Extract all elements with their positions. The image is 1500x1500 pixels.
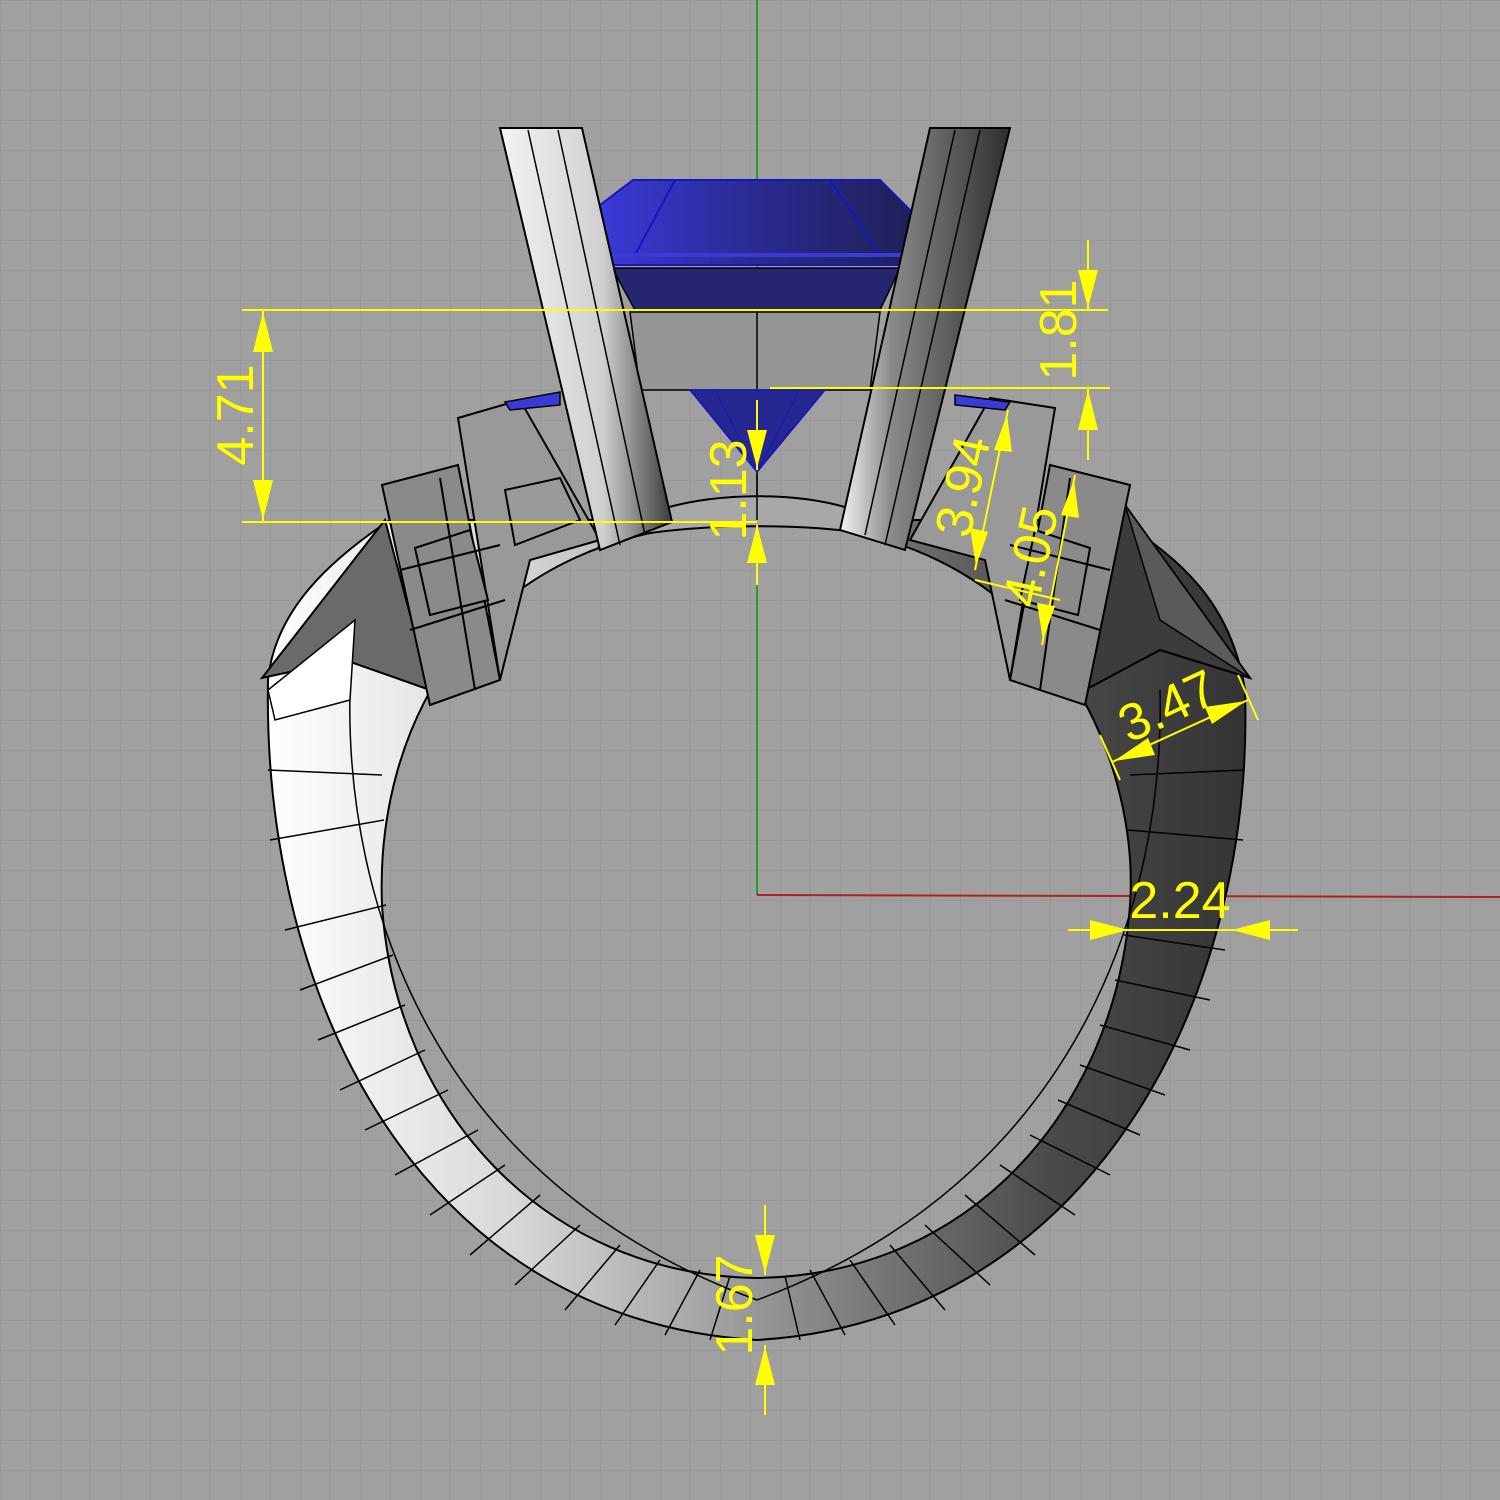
- dim-label-table-to-girdle: 1.81: [1030, 279, 1088, 380]
- dim-label-culet-clearance: 1.13: [700, 439, 758, 540]
- dim-label-center-height: 4.71: [207, 364, 265, 465]
- dim-label-bottom-thickness: 1.67: [706, 1254, 764, 1355]
- dim-label-shank-width: 2.24: [1129, 872, 1230, 930]
- cad-viewport[interactable]: 4.71 1.81 1.13 3.94 4.05 3.47 2.24 1.67: [0, 0, 1500, 1500]
